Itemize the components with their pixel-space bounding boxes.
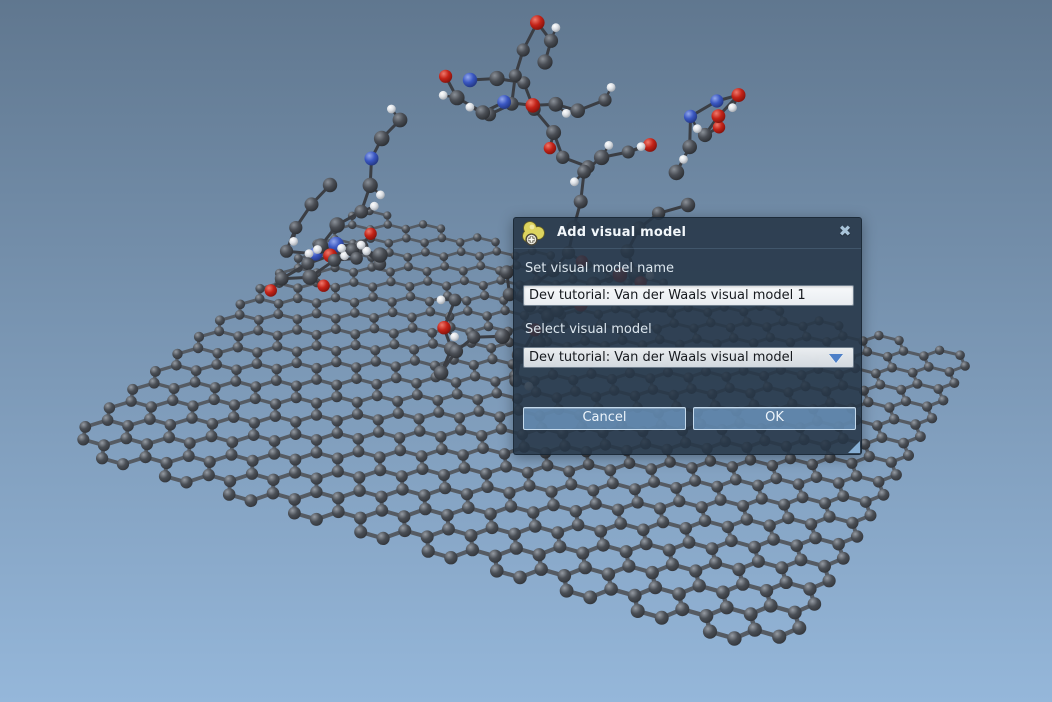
name-field-label: Set visual model name [525,261,674,276]
dialog-titlebar[interactable]: Add visual model ✖ [514,218,861,249]
visual-model-name-input[interactable] [523,285,854,306]
close-icon[interactable]: ✖ [836,222,854,240]
add-model-icon [520,220,547,247]
resize-handle[interactable] [848,441,860,453]
dialog-title: Add visual model [557,225,686,240]
select-field-label: Select visual model [525,322,652,337]
visual-model-dropdown[interactable]: Dev tutorial: Van der Waals visual model [523,347,854,368]
ok-button[interactable]: OK [693,407,856,430]
add-visual-model-dialog: Add visual model ✖ Set visual model name… [513,217,862,455]
cancel-button[interactable]: Cancel [523,407,686,430]
chevron-down-icon [829,354,843,363]
dropdown-selected-value: Dev tutorial: Van der Waals visual model [529,350,793,365]
